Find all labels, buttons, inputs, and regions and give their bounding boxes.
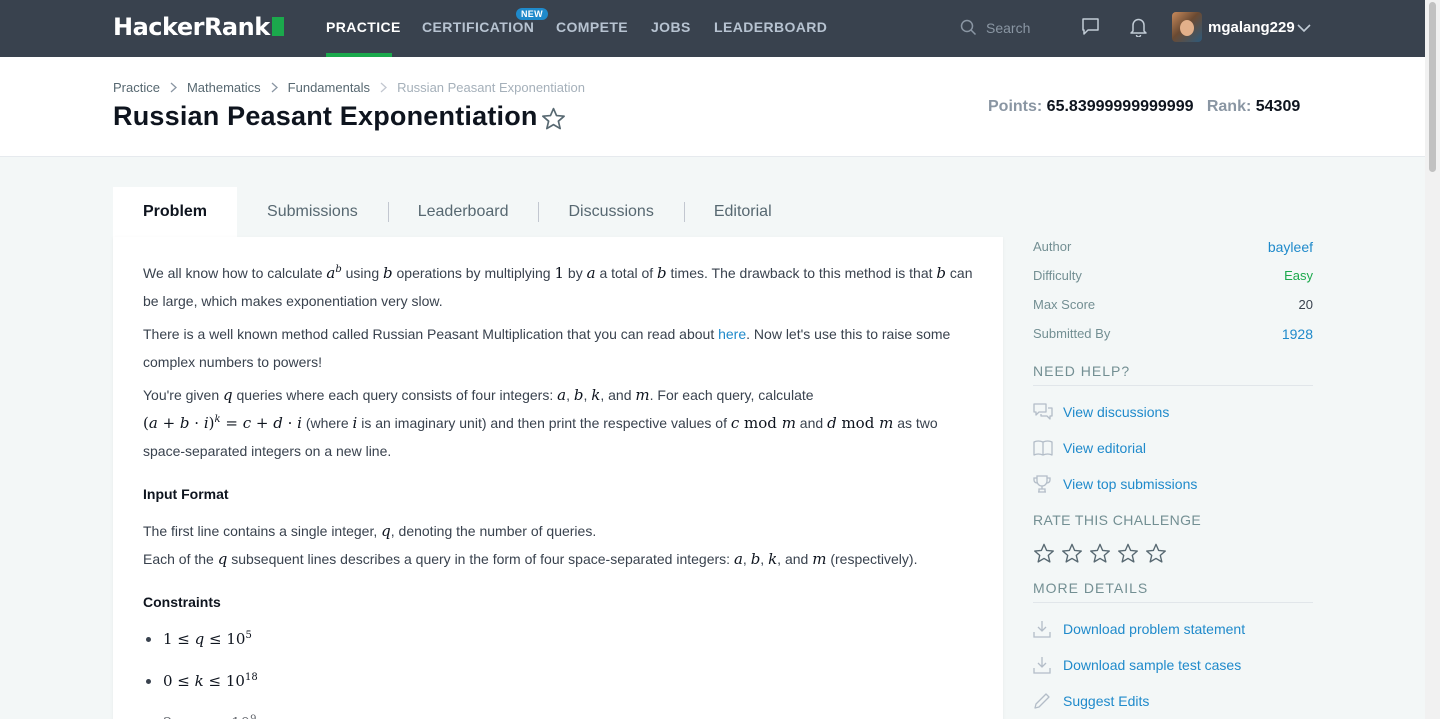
content-fade <box>113 707 1003 719</box>
avatar[interactable] <box>1172 12 1202 42</box>
view-top-submissions-link[interactable]: View top submissions <box>1033 466 1313 502</box>
view-editorial-link[interactable]: View editorial <box>1033 430 1313 466</box>
download-sample-test-cases-link[interactable]: Download sample test cases <box>1033 647 1313 683</box>
nav-jobs[interactable]: JOBS <box>651 19 691 35</box>
here-link[interactable]: here <box>718 326 746 342</box>
challenge-header: Practice Mathematics Fundamentals Russia… <box>0 57 1425 157</box>
chat-icon[interactable] <box>1081 17 1100 41</box>
page-title: Russian Peasant Exponentiation <box>113 101 538 131</box>
rank-label: Rank: <box>1206 98 1252 115</box>
challenge-tabs: Problem Submissions Leaderboard Discussi… <box>113 187 802 237</box>
statement-paragraph-2: There is a well known method called Russ… <box>143 326 951 370</box>
star-icon[interactable] <box>1061 543 1083 564</box>
view-discussions-link[interactable]: View discussions <box>1033 394 1313 430</box>
tab-problem[interactable]: Problem <box>113 187 238 237</box>
logo-block <box>271 17 284 36</box>
pencil-icon <box>1033 692 1063 710</box>
meta-max-score: Max Score 20 <box>1033 295 1313 324</box>
chevron-down-icon[interactable] <box>1297 20 1311 38</box>
download-icon <box>1033 656 1063 674</box>
discussions-icon <box>1033 403 1063 421</box>
new-badge: NEW <box>516 8 548 20</box>
bell-icon[interactable] <box>1129 17 1148 42</box>
star-icon[interactable] <box>1145 543 1167 564</box>
download-problem-statement-link[interactable]: Download problem statement <box>1033 611 1313 647</box>
star-icon[interactable] <box>1033 543 1055 564</box>
max-score-value: 20 <box>1298 297 1313 312</box>
constraints-heading: Constraints <box>143 594 221 610</box>
more-details-heading: MORE DETAILS <box>1033 580 1313 603</box>
trophy-icon <box>1033 475 1063 493</box>
input-format-line-2: Each of the q subsequent lines describes… <box>143 550 918 568</box>
star-icon[interactable] <box>1117 543 1139 564</box>
breadcrumb-mathematics[interactable]: Mathematics <box>187 80 261 95</box>
constraints-list: 1 ≤ q ≤ 105 0 ≤ k ≤ 1018 2 ≤ m ≤ 109 <box>143 625 973 719</box>
bookmark-star-icon[interactable] <box>541 107 566 136</box>
star-icon[interactable] <box>1089 543 1111 564</box>
search-box[interactable]: Search <box>958 17 1048 39</box>
tab-editorial[interactable]: Editorial <box>685 187 802 237</box>
hackerrank-logo[interactable]: HackerRank <box>113 13 284 41</box>
tab-leaderboard[interactable]: Leaderboard <box>389 187 539 237</box>
statement-paragraph-3: You're given q queries where each query … <box>143 386 938 459</box>
need-help-heading: NEED HELP? <box>1033 363 1313 386</box>
book-icon <box>1033 440 1063 456</box>
meta-author: Author bayleef <box>1033 237 1313 266</box>
points-value: 65.83999999999999 <box>1046 98 1194 115</box>
scrollbar-thumb[interactable] <box>1429 2 1436 172</box>
nav-leaderboard[interactable]: LEADERBOARD <box>714 19 827 35</box>
search-input[interactable]: Search <box>986 20 1030 36</box>
breadcrumb-current: Russian Peasant Exponentiation <box>397 80 585 95</box>
top-nav: HackerRank PRACTICE CERTIFICATION NEW CO… <box>0 0 1425 57</box>
breadcrumb: Practice Mathematics Fundamentals Russia… <box>113 80 585 95</box>
rate-challenge-heading: RATE THIS CHALLENGE <box>1033 512 1202 528</box>
input-format-line-1: The first line contains a single integer… <box>143 522 597 540</box>
page-scrollbar[interactable] <box>1425 0 1440 719</box>
constraint-q: 1 ≤ q ≤ 105 <box>143 625 973 667</box>
difficulty-value: Easy <box>1284 268 1313 283</box>
chevron-right-icon <box>380 82 388 93</box>
breadcrumb-practice[interactable]: Practice <box>113 80 160 95</box>
constraint-k: 0 ≤ k ≤ 1018 <box>143 667 973 709</box>
problem-statement: We all know how to calculate ab using b … <box>113 237 1003 719</box>
tab-submissions[interactable]: Submissions <box>237 187 388 237</box>
suggest-edits-link[interactable]: Suggest Edits <box>1033 683 1313 719</box>
rating-stars <box>1033 536 1313 570</box>
download-icon <box>1033 620 1063 638</box>
rank-value: 54309 <box>1255 98 1301 115</box>
challenge-sidebar: Author bayleef Difficulty Easy Max Score 20… <box>1033 237 1313 719</box>
statement-paragraph-1: We all know how to calculate ab using b … <box>143 264 973 309</box>
meta-difficulty: Difficulty Easy <box>1033 266 1313 295</box>
username[interactable]: mgalang229 <box>1208 19 1295 36</box>
breadcrumb-fundamentals[interactable]: Fundamentals <box>288 80 370 95</box>
input-format-heading: Input Format <box>143 486 229 502</box>
chevron-right-icon <box>271 82 278 93</box>
submitted-by-link[interactable]: 1928 <box>1282 324 1313 353</box>
problem-statement-card: We all know how to calculate ab using b … <box>113 237 1003 719</box>
user-stats: Points: 65.83999999999999 Rank: 54309 <box>988 98 1300 116</box>
nav-certification[interactable]: CERTIFICATION <box>422 19 534 35</box>
nav-practice[interactable]: PRACTICE <box>326 19 401 35</box>
tab-discussions[interactable]: Discussions <box>539 187 683 237</box>
search-icon <box>960 19 977 36</box>
points-label: Points: <box>988 98 1043 115</box>
meta-submitted-by: Submitted By 1928 <box>1033 324 1313 353</box>
nav-compete[interactable]: COMPETE <box>556 19 628 35</box>
author-link[interactable]: bayleef <box>1268 237 1313 266</box>
chevron-right-icon <box>170 82 177 93</box>
